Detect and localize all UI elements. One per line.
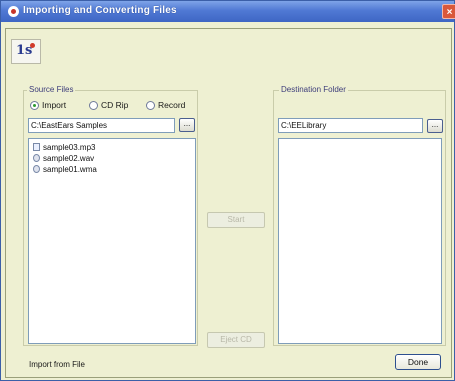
eject-cd-button[interactable]: Eject CD (207, 332, 265, 348)
cd-rip-radio-label: CD Rip (101, 100, 129, 110)
start-button[interactable]: Start (207, 212, 265, 228)
source-mode-radios: Import CD Rip Record (30, 99, 190, 113)
import-radio[interactable]: Import (30, 99, 66, 111)
source-path-input[interactable]: C:\EastEars Samples (28, 118, 175, 133)
source-files-label: Source Files (27, 85, 76, 94)
mp3-file-icon (33, 143, 40, 151)
wma-file-icon (33, 165, 40, 173)
done-button[interactable]: Done (395, 354, 441, 370)
wav-file-icon (33, 154, 40, 162)
logo-dot (30, 43, 35, 48)
destination-folder-label: Destination Folder (279, 85, 348, 94)
record-radio-label: Record (158, 100, 186, 110)
file-name: sample01.wma (43, 164, 97, 174)
import-convert-window: Importing and Converting Files × 1s Sour… (0, 0, 455, 381)
file-list-item[interactable]: sample02.wav (33, 153, 94, 163)
file-list-item[interactable]: sample03.mp3 (33, 142, 95, 152)
file-name: sample02.wav (43, 153, 95, 163)
cd-rip-radio[interactable]: CD Rip (89, 99, 128, 111)
source-browse-button[interactable]: ... (179, 118, 195, 132)
import-radio-circle[interactable] (30, 100, 39, 110)
record-radio[interactable]: Record (146, 99, 185, 111)
title-bar[interactable]: Importing and Converting Files × (1, 1, 455, 22)
window-title: Importing and Converting Files (23, 5, 177, 16)
file-name: sample03.mp3 (43, 142, 96, 152)
status-text: Import from File (29, 360, 86, 369)
import-radio-label: Import (42, 100, 67, 110)
cd-rip-radio-circle[interactable] (89, 100, 98, 110)
app-logo: 1s (11, 39, 41, 64)
record-radio-circle[interactable] (146, 100, 155, 110)
close-button[interactable]: × (442, 4, 455, 19)
app-icon (8, 6, 19, 17)
file-list-item[interactable]: sample01.wma (33, 164, 97, 174)
destination-path-input[interactable]: C:\EELibrary (278, 118, 423, 133)
source-file-list[interactable]: sample03.mp3 sample02.wav sample01.wma (28, 138, 196, 344)
destination-file-list[interactable] (278, 138, 442, 344)
destination-browse-button[interactable]: ... (427, 119, 443, 133)
